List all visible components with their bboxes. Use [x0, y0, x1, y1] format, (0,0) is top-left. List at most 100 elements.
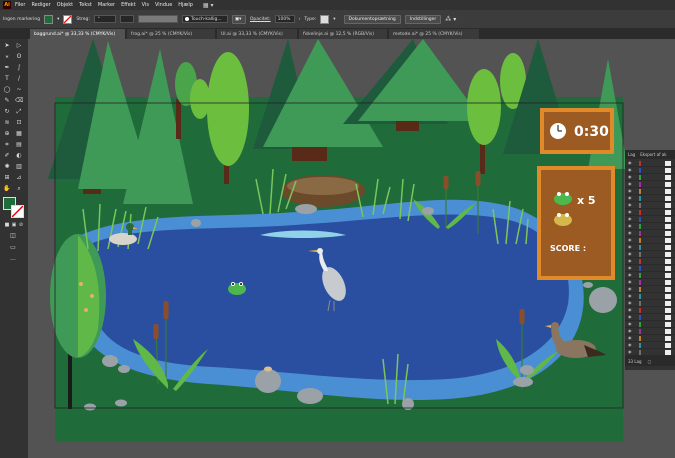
layer-row[interactable]: ◉: [625, 300, 675, 307]
hand-tool-icon[interactable]: ✋: [3, 185, 11, 193]
layer-row[interactable]: ◉: [625, 342, 675, 349]
layer-row[interactable]: ◉: [625, 237, 675, 244]
layer-row[interactable]: ◉: [625, 314, 675, 321]
symbol-sprayer-icon[interactable]: ✺: [3, 163, 11, 171]
shape-builder-icon[interactable]: ⊕: [3, 130, 11, 138]
tab-frog[interactable]: frog.ai* @ 25 % (CMYK/Vis): [127, 29, 215, 39]
menu-view[interactable]: Vis: [142, 2, 149, 8]
visibility-eye-icon[interactable]: ◉: [628, 230, 632, 235]
tab-baggrund[interactable]: baggrund.ai* @ 33,33 % (CMYK/Vis): [30, 29, 125, 39]
mesh-tool-icon[interactable]: ⌗: [3, 141, 11, 149]
document-setup-button[interactable]: Dokumentopsætning: [343, 14, 401, 24]
variable-width-field[interactable]: [119, 15, 134, 23]
visibility-eye-icon[interactable]: ◉: [628, 251, 632, 256]
blend-tool-icon[interactable]: ◐: [15, 152, 23, 160]
visibility-eye-icon[interactable]: ◉: [628, 181, 632, 186]
tab-fiskelinje[interactable]: fiskelinje.ai @ 12,5 % (RGB/Vis): [299, 29, 387, 39]
visibility-eye-icon[interactable]: ◉: [628, 258, 632, 263]
artboard-canvas[interactable]: 0:30 x 5 SCORE :: [28, 39, 625, 458]
visibility-eye-icon[interactable]: ◉: [628, 342, 632, 347]
visibility-eye-icon[interactable]: ◉: [628, 188, 632, 193]
visibility-eye-icon[interactable]: ◉: [628, 300, 632, 305]
rotate-tool-icon[interactable]: ↻: [3, 108, 11, 116]
layer-row[interactable]: ◉: [625, 223, 675, 230]
layer-row[interactable]: ◉: [625, 181, 675, 188]
layer-row[interactable]: ◉: [625, 335, 675, 342]
tab-layers[interactable]: Lag: [628, 152, 635, 157]
layer-row[interactable]: ◉: [625, 293, 675, 300]
eyedropper-icon[interactable]: ✐: [3, 152, 11, 160]
visibility-eye-icon[interactable]: ◉: [628, 244, 632, 249]
artboard-tool-icon[interactable]: ⊞: [3, 174, 11, 182]
layer-row[interactable]: ◉: [625, 258, 675, 265]
gradient-tool-icon[interactable]: ▤: [15, 141, 23, 149]
layer-row[interactable]: ◉: [625, 209, 675, 216]
visibility-eye-icon[interactable]: ◉: [628, 237, 632, 242]
zoom-tool-icon[interactable]: ⌕: [15, 185, 23, 193]
layer-row[interactable]: ◉: [625, 307, 675, 314]
chevron-down-icon[interactable]: ▾: [333, 17, 335, 22]
type-tool-icon[interactable]: T: [3, 75, 11, 83]
opacity-label[interactable]: Opacitet:: [250, 17, 271, 22]
layer-row[interactable]: ◉: [625, 174, 675, 181]
tab-ui[interactable]: UI.ai @ 33,33 % (CMYK/Vis): [217, 29, 297, 39]
layer-row[interactable]: ◉: [625, 286, 675, 293]
menu-type[interactable]: Tekst: [79, 2, 92, 8]
layer-row[interactable]: ◉: [625, 279, 675, 286]
visibility-eye-icon[interactable]: ◉: [628, 160, 632, 165]
menu-window[interactable]: Vindue: [155, 2, 172, 8]
visibility-eye-icon[interactable]: ◉: [628, 209, 632, 214]
visibility-eye-icon[interactable]: ◉: [628, 307, 632, 312]
layer-row[interactable]: ◉: [625, 272, 675, 279]
chevron-down-icon[interactable]: ▾: [57, 17, 59, 22]
pencil-tool-icon[interactable]: ✎: [3, 97, 11, 105]
stroke-color-box[interactable]: [11, 205, 24, 218]
menu-edit[interactable]: Rediger: [31, 2, 50, 8]
layer-row[interactable]: ◉: [625, 265, 675, 272]
visibility-eye-icon[interactable]: ◉: [628, 272, 632, 277]
layer-row[interactable]: ◉: [625, 321, 675, 328]
visibility-eye-icon[interactable]: ◉: [628, 167, 632, 172]
free-transform-icon[interactable]: ⊡: [15, 119, 23, 127]
curvature-tool-icon[interactable]: ∫: [15, 64, 23, 72]
workspace-switcher-icon[interactable]: ▦ ▾: [203, 2, 214, 9]
lasso-icon[interactable]: ʘ: [15, 53, 23, 61]
visibility-eye-icon[interactable]: ◉: [628, 286, 632, 291]
visibility-eye-icon[interactable]: ◉: [628, 174, 632, 179]
screen-mode-icon[interactable]: ▭: [9, 244, 17, 252]
brush-selector[interactable]: Touch-kallig...: [181, 15, 228, 23]
opacity-field[interactable]: 100%: [274, 15, 295, 23]
tab-export[interactable]: Eksport af ak: [640, 152, 666, 157]
selection-tool-icon[interactable]: ➤: [3, 42, 11, 50]
brush-definition-field[interactable]: [137, 15, 178, 23]
scale-tool-icon[interactable]: ⤢: [15, 108, 23, 116]
tab-metode[interactable]: metode.ai* @ 25 % (CMYK/Vis): [389, 29, 479, 39]
visibility-eye-icon[interactable]: ◉: [628, 314, 632, 319]
visibility-eye-icon[interactable]: ◉: [628, 216, 632, 221]
visibility-eye-icon[interactable]: ◉: [628, 223, 632, 228]
layer-row[interactable]: ◉: [625, 216, 675, 223]
arrange-icon[interactable]: ⁂ ▾: [445, 16, 456, 23]
more-tools-icon[interactable]: ···: [9, 257, 17, 265]
visibility-eye-icon[interactable]: ◉: [628, 195, 632, 200]
visibility-eye-icon[interactable]: ◉: [628, 265, 632, 270]
width-tool-icon[interactable]: ≋: [3, 119, 11, 127]
fill-swatch[interactable]: [44, 14, 54, 24]
menu-help[interactable]: Hjælp: [178, 2, 193, 8]
layer-row[interactable]: ◉: [625, 195, 675, 202]
visibility-eye-icon[interactable]: ◉: [628, 202, 632, 207]
layer-row[interactable]: ◉: [625, 244, 675, 251]
pen-tool-icon[interactable]: ✒: [3, 64, 11, 72]
layer-row[interactable]: ◉: [625, 202, 675, 209]
graph-tool-icon[interactable]: ▥: [15, 163, 23, 171]
magic-wand-icon[interactable]: ⁎: [3, 53, 11, 61]
stroke-weight-field[interactable]: ⌃: [93, 15, 116, 23]
layer-row[interactable]: ◉: [625, 349, 675, 356]
menu-file[interactable]: Filer: [15, 2, 25, 8]
line-tool-icon[interactable]: /: [15, 75, 23, 83]
stroke-swatch[interactable]: [63, 14, 73, 24]
ellipse-tool-icon[interactable]: ◯: [3, 86, 11, 94]
none-mode-icon[interactable]: ⊘: [17, 221, 25, 229]
menu-effect[interactable]: Effekt: [121, 2, 136, 8]
layer-row[interactable]: ◉: [625, 160, 675, 167]
